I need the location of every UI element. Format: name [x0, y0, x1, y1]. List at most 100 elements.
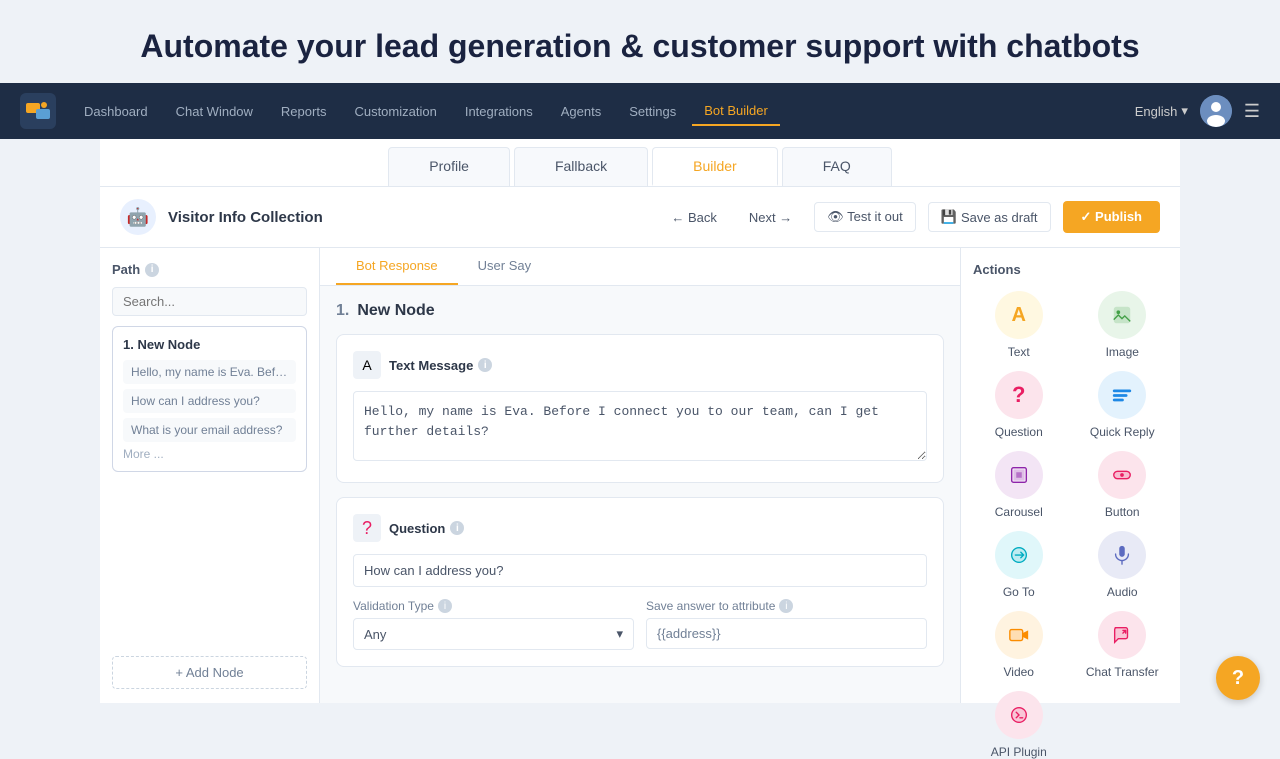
- question-input[interactable]: [353, 554, 927, 587]
- text-message-info-icon: i: [478, 358, 492, 372]
- audio-action-icon: [1098, 531, 1146, 579]
- right-panel: Actions A Text: [960, 248, 1180, 703]
- attribute-input[interactable]: [646, 618, 927, 649]
- text-message-label: Text Message i: [389, 358, 492, 373]
- text-message-header: A Text Message i: [353, 351, 927, 379]
- next-button[interactable]: Next →: [739, 204, 802, 231]
- node-header: 1. New Node: [336, 302, 944, 320]
- left-panel: Path i 1. New Node Hello, my name is Eva…: [100, 248, 320, 703]
- path-item-2: What is your email address?: [123, 418, 296, 442]
- user-avatar[interactable]: [1200, 95, 1232, 127]
- carousel-action-icon: [995, 451, 1043, 499]
- nav-item-chatwindow[interactable]: Chat Window: [164, 98, 265, 125]
- tab-bar: Profile Fallback Builder FAQ: [100, 139, 1180, 187]
- tab-faq[interactable]: FAQ: [782, 147, 892, 186]
- nav-menu-icon[interactable]: ☰: [1244, 101, 1260, 122]
- middle-panel: Bot Response User Say 1. New Node A Text…: [320, 248, 960, 703]
- text-message-block: A Text Message i Hello, my name is Eva. …: [336, 334, 944, 483]
- node-number: 1.: [336, 302, 349, 320]
- quickreply-action-icon: [1098, 371, 1146, 419]
- builder-panels: Path i 1. New Node Hello, my name is Eva…: [100, 248, 1180, 703]
- button-action-icon: [1098, 451, 1146, 499]
- path-item-1: How can I address you?: [123, 389, 296, 413]
- nav-item-reports[interactable]: Reports: [269, 98, 339, 125]
- nav-item-botbuilder[interactable]: Bot Builder: [692, 97, 780, 126]
- nav-item-integrations[interactable]: Integrations: [453, 98, 545, 125]
- publish-button[interactable]: ✓ Publish: [1063, 201, 1160, 233]
- response-content: 1. New Node A Text Message i Hello, my n: [320, 286, 960, 697]
- action-quickreply[interactable]: Quick Reply: [1077, 371, 1169, 439]
- path-item-0: Hello, my name is Eva. Before I c...: [123, 360, 296, 384]
- tab-user-say[interactable]: User Say: [458, 248, 551, 285]
- validation-select[interactable]: Any ▾: [353, 618, 634, 650]
- tab-profile[interactable]: Profile: [388, 147, 510, 186]
- text-message-textarea[interactable]: Hello, my name is Eva. Before I connect …: [353, 391, 927, 461]
- nav-item-agents[interactable]: Agents: [549, 98, 613, 125]
- image-action-icon: [1098, 291, 1146, 339]
- goto-action-icon: [995, 531, 1043, 579]
- question-info-icon: i: [450, 521, 464, 535]
- node-title: New Node: [357, 302, 434, 320]
- action-video[interactable]: Video: [973, 611, 1065, 679]
- tab-fallback[interactable]: Fallback: [514, 147, 648, 186]
- path-info-icon: i: [145, 263, 159, 277]
- left-panel-footer: + Add Node: [112, 656, 307, 689]
- path-search-input[interactable]: [112, 287, 307, 316]
- action-carousel[interactable]: Carousel: [973, 451, 1065, 519]
- path-more: More ...: [123, 447, 296, 461]
- action-image[interactable]: Image: [1077, 291, 1169, 359]
- question-block: ? Question i Validation Type i: [336, 497, 944, 667]
- tab-bot-response[interactable]: Bot Response: [336, 248, 458, 285]
- attribute-label: Save answer to attribute i: [646, 599, 927, 613]
- nav-item-customization[interactable]: Customization: [342, 98, 448, 125]
- actions-title: Actions: [973, 262, 1168, 277]
- bot-icon: 🤖: [120, 199, 156, 235]
- audio-action-label: Audio: [1107, 585, 1138, 599]
- action-api-plugin[interactable]: API Plugin: [973, 691, 1065, 759]
- chat-transfer-action-icon: [1098, 611, 1146, 659]
- video-action-label: Video: [1004, 665, 1034, 679]
- carousel-action-label: Carousel: [995, 505, 1043, 519]
- bot-title: Visitor Info Collection: [168, 209, 323, 226]
- image-action-label: Image: [1106, 345, 1139, 359]
- action-chat-transfer[interactable]: Chat Transfer: [1077, 611, 1169, 679]
- help-button[interactable]: ?: [1216, 656, 1260, 700]
- question-header: ? Question i: [353, 514, 927, 542]
- validation-type-label: Validation Type i: [353, 599, 634, 613]
- button-action-label: Button: [1105, 505, 1140, 519]
- path-card-title: 1. New Node: [123, 337, 296, 352]
- video-action-icon: [995, 611, 1043, 659]
- text-message-icon: A: [353, 351, 381, 379]
- nav-item-settings[interactable]: Settings: [617, 98, 688, 125]
- add-node-button[interactable]: + Add Node: [112, 656, 307, 689]
- builder-area: 🤖 Visitor Info Collection ← Back Next → …: [100, 187, 1180, 703]
- logo: [20, 93, 56, 129]
- action-goto[interactable]: Go To: [973, 531, 1065, 599]
- nav-item-dashboard[interactable]: Dashboard: [72, 98, 160, 125]
- action-question[interactable]: ? Question: [973, 371, 1065, 439]
- hero-title: Automate your lead generation & customer…: [0, 0, 1280, 83]
- main-container: Profile Fallback Builder FAQ 🤖 Visitor I…: [100, 139, 1180, 703]
- builder-header: 🤖 Visitor Info Collection ← Back Next → …: [100, 187, 1180, 248]
- question-action-label: Question: [995, 425, 1043, 439]
- path-title: Path i: [112, 262, 307, 277]
- navbar: Dashboard Chat Window Reports Customizat…: [0, 83, 1280, 139]
- text-action-label: Text: [1008, 345, 1030, 359]
- action-audio[interactable]: Audio: [1077, 531, 1169, 599]
- tab-builder[interactable]: Builder: [652, 147, 778, 186]
- validation-type-col: Validation Type i Any ▾: [353, 599, 634, 650]
- action-button[interactable]: Button: [1077, 451, 1169, 519]
- save-draft-button[interactable]: 💾 Save as draft: [928, 202, 1051, 232]
- attribute-col: Save answer to attribute i: [646, 599, 927, 649]
- response-tabs: Bot Response User Say: [320, 248, 960, 286]
- back-button[interactable]: ← Back: [661, 204, 727, 231]
- chevron-down-icon: ▾: [616, 626, 623, 642]
- api-plugin-action-label: API Plugin: [991, 745, 1047, 759]
- action-text[interactable]: A Text: [973, 291, 1065, 359]
- attribute-info-icon: i: [779, 599, 793, 613]
- language-selector[interactable]: English ▾: [1135, 103, 1188, 119]
- actions-grid: A Text Image: [973, 291, 1168, 759]
- quickreply-action-label: Quick Reply: [1090, 425, 1155, 439]
- test-button[interactable]: 👁 Test it out: [814, 202, 916, 232]
- text-action-icon: A: [995, 291, 1043, 339]
